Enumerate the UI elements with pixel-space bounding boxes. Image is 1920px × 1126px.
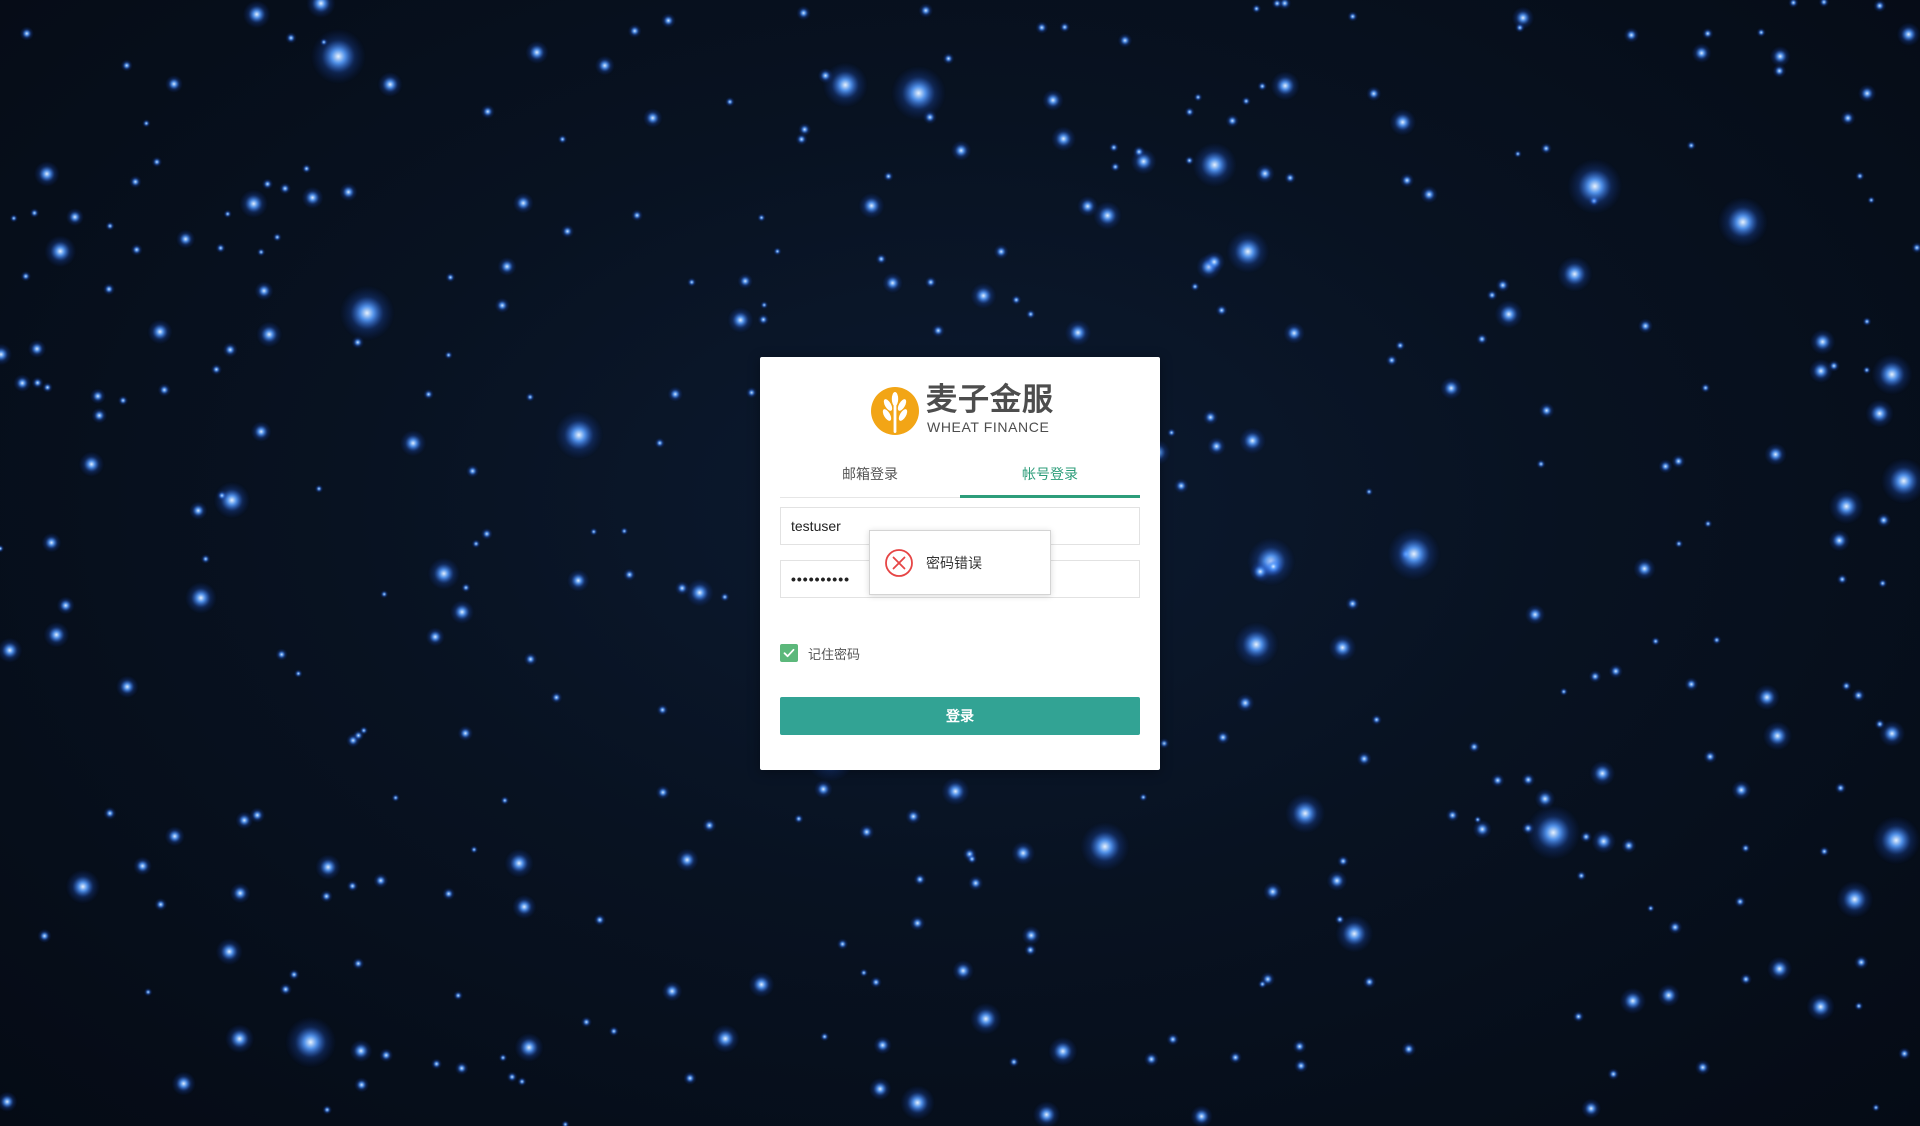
tab-email-login[interactable]: 邮箱登录 bbox=[780, 457, 960, 497]
error-message: 密码错误 bbox=[926, 555, 982, 572]
brand-name: 麦子金服 bbox=[926, 382, 1054, 418]
error-x-icon bbox=[885, 548, 913, 577]
wheat-logo-icon bbox=[871, 387, 919, 435]
login-tabs: 邮箱登录 帐号登录 bbox=[780, 457, 1140, 498]
remember-label: 记住密码 bbox=[808, 647, 861, 663]
remember-password[interactable]: 记住密码 bbox=[780, 643, 860, 663]
checkmark-icon bbox=[783, 648, 795, 658]
error-toast: 密码错误 bbox=[869, 530, 1051, 595]
tab-account-login[interactable]: 帐号登录 bbox=[960, 457, 1140, 498]
brand-logo: 麦子金服 WHEAT FINANCE bbox=[868, 381, 1058, 437]
brand-subtitle: WHEAT FINANCE bbox=[927, 419, 1050, 435]
remember-checkbox[interactable] bbox=[780, 644, 798, 662]
login-button[interactable]: 登录 bbox=[780, 697, 1140, 735]
